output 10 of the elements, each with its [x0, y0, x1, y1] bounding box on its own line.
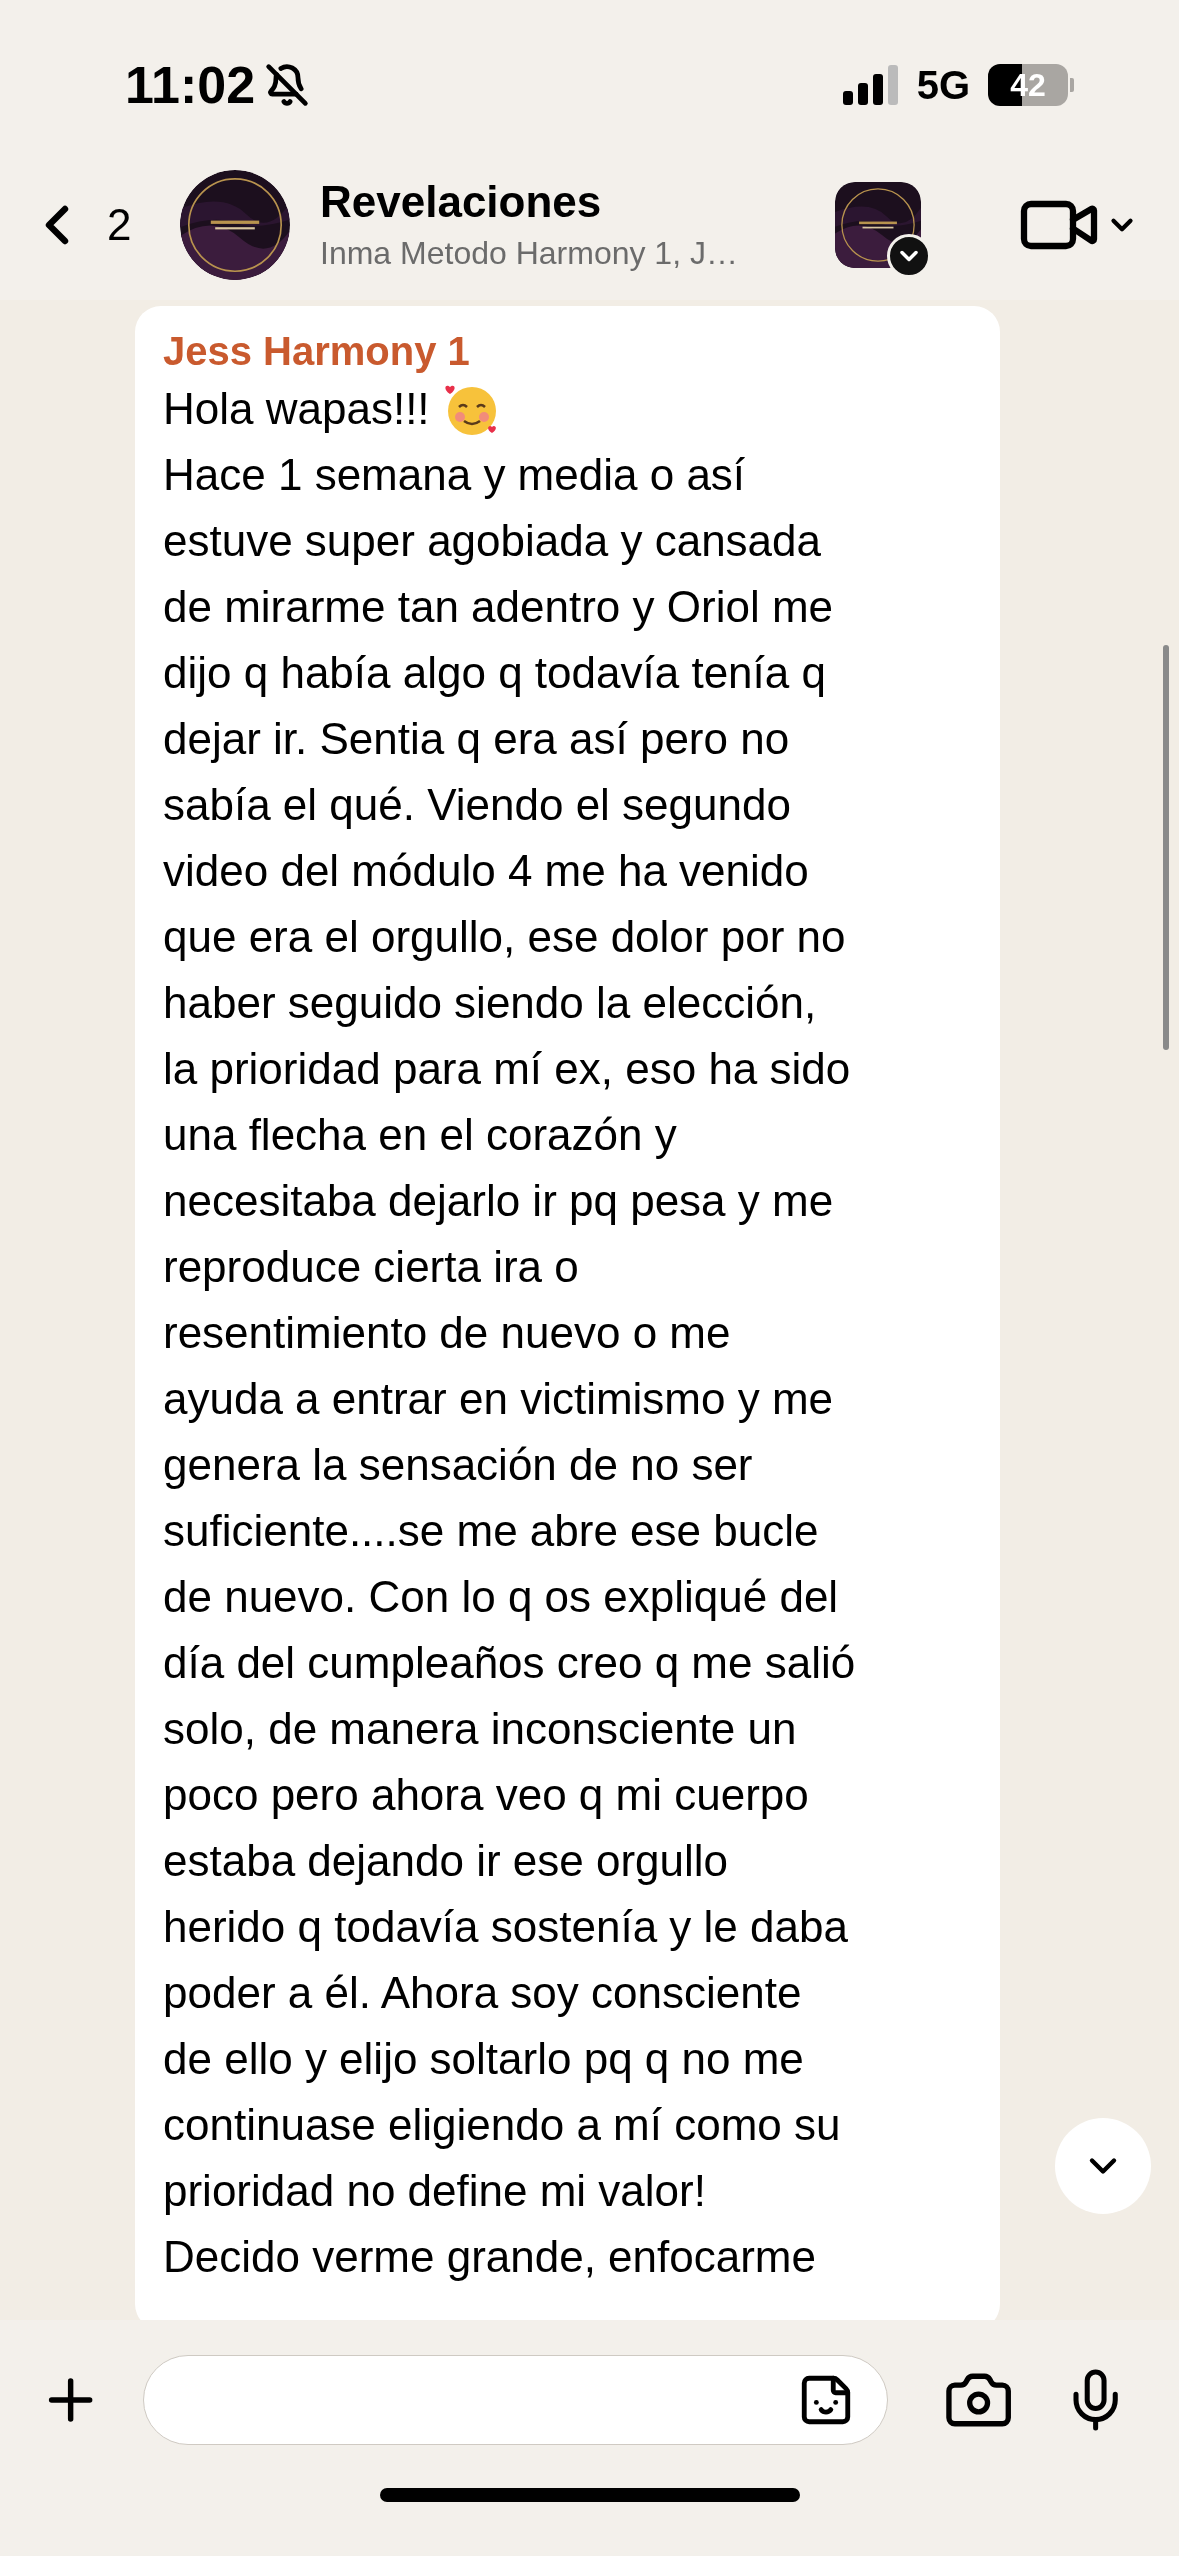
chat-subtitle: Inma Metodo Harmony 1, J…	[320, 233, 739, 273]
chat-title[interactable]: Revelaciones	[320, 173, 810, 229]
back-button[interactable]: 2	[25, 192, 175, 258]
bell-off-icon	[265, 63, 310, 107]
greeting-text: Hola wapas!!!	[163, 383, 430, 435]
sender-name: Jess Harmony 1	[163, 328, 471, 375]
network-label: 5G	[916, 62, 970, 109]
status-time: 11:02	[125, 55, 256, 116]
message-text: Hace 1 semana y media o así estuve super agobiada y cansada de mirarme tan adentro y Oriol me dijo q había algo q todavía tenía q dejar ir. Sentia q era así pero no sabía el qué. Viendo el segundo video del módulo 4 me ha venido que era el orgullo, ese dolor por no haber seguido siendo la elección, la prioridad para mí ex, eso ha sido una flecha en el corazón y necesitaba dejarlo ir pq pesa y me reproduce cierta ira o resentimiento de nuevo o me ayuda a entrar en victimismo y me genera la sensación de no ser suficiente....se me abre ese bucle de nuevo. Con lo q os expliqué del día del cumpleaños creo q me salió solo, de manera inconsciente un poco pero ahora veo q mi cuerpo estaba dejando ir ese orgullo herido q todavía sostenía y le daba poder a él. Ahora soy consciente de ello y elijo soltarlo pq q no me continuase eligiendo a mí como su prioridad no define mi valor! Decido verme grande, enfocarme	[163, 449, 857, 2283]
signal-icon	[842, 65, 899, 105]
